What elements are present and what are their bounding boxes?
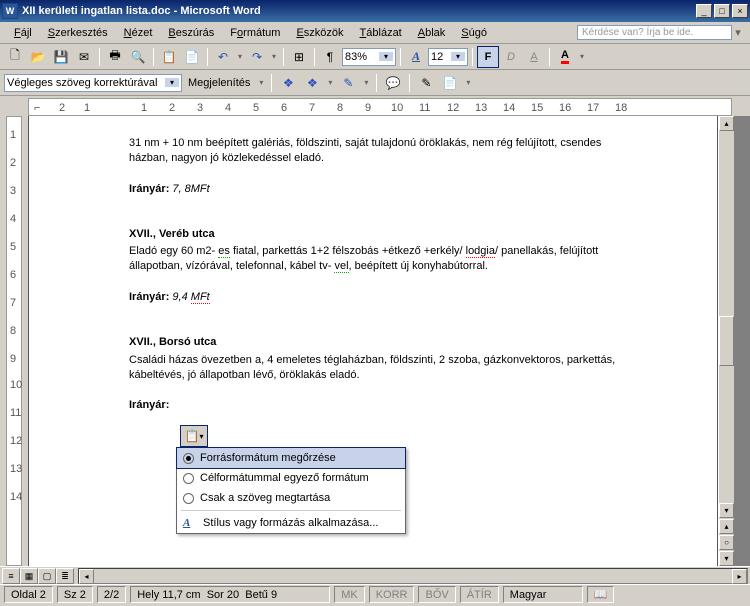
undo-button[interactable]: ↶ bbox=[212, 46, 234, 68]
status-bar: Oldal 2 Sz 2 2/2 Hely 11,7 cm Sor 20 Bet… bbox=[0, 584, 750, 604]
paste-apply-style[interactable]: AStílus vagy formázás alkalmazása... bbox=[177, 513, 405, 533]
close-button[interactable]: × bbox=[732, 4, 748, 18]
zoom-combo[interactable]: 83%▾ bbox=[342, 48, 396, 66]
font-color-button[interactable]: A bbox=[554, 46, 576, 68]
copy-button[interactable]: 📋 bbox=[158, 46, 180, 68]
next-change-button[interactable]: ❖ bbox=[301, 72, 323, 94]
heading-3[interactable]: XVII., Borsó utca bbox=[129, 335, 627, 350]
price-1[interactable]: 7, 8MFt bbox=[172, 183, 209, 195]
redo-dropdown[interactable]: ▾ bbox=[269, 52, 279, 61]
scroll-thumb[interactable] bbox=[719, 316, 734, 366]
undo-dropdown[interactable]: ▾ bbox=[235, 52, 245, 61]
view-buttons-bar: ≡ ▦ ▢ ≣ ◂ ▸ bbox=[0, 566, 750, 584]
save-button[interactable]: 💾 bbox=[50, 46, 72, 68]
underline-button[interactable]: A bbox=[523, 46, 545, 68]
scroll-down-button[interactable]: ▾ bbox=[719, 503, 734, 518]
status-position: Hely 11,7 cm Sor 20 Betű 9 bbox=[130, 586, 330, 603]
menu-format[interactable]: Formátum bbox=[222, 25, 288, 41]
browse-object-button[interactable]: ○ bbox=[719, 535, 734, 550]
show-marks-button[interactable]: ¶ bbox=[319, 46, 341, 68]
menu-help[interactable]: Súgó bbox=[453, 25, 495, 41]
maximize-button[interactable]: □ bbox=[714, 4, 730, 18]
horizontal-scrollbar[interactable]: ◂ ▸ bbox=[78, 568, 748, 584]
window-title: XII kerületi ingatlan lista.doc - Micros… bbox=[22, 5, 696, 17]
status-pages: 2/2 bbox=[97, 586, 126, 603]
help-search-box[interactable]: Kérdése van? Írja be ide. bbox=[577, 25, 732, 40]
price-label-2[interactable]: Irányár: bbox=[129, 291, 169, 303]
tables-button[interactable]: ⊞ bbox=[288, 46, 310, 68]
new-doc-button[interactable]: 🗋 bbox=[4, 46, 26, 68]
price-label-1[interactable]: Irányár: bbox=[129, 183, 169, 195]
status-atir[interactable]: ÁTÍR bbox=[460, 586, 499, 603]
para-2[interactable]: Eladó egy 60 m2- es fiatal, parkettás 1+… bbox=[129, 244, 627, 274]
paste-options-button[interactable]: 📋▾ bbox=[180, 425, 208, 447]
para-3[interactable]: Családi házas övezetben a, 4 emeletes té… bbox=[129, 353, 627, 383]
italic-button[interactable]: D bbox=[500, 46, 522, 68]
show-dropdown[interactable]: ▾ bbox=[256, 78, 266, 87]
status-section: Sz 2 bbox=[57, 586, 93, 603]
status-spellcheck-icon[interactable]: 📖 bbox=[587, 586, 615, 603]
reviewing-pane-button[interactable]: 📄 bbox=[439, 72, 461, 94]
status-bov[interactable]: BŐV bbox=[418, 586, 455, 603]
paste-match-dest[interactable]: Célformátummal egyező formátum bbox=[177, 468, 405, 488]
menu-view[interactable]: Nézet bbox=[116, 25, 161, 41]
menu-edit[interactable]: Szerkesztés bbox=[40, 25, 116, 41]
paste-keep-source[interactable]: Forrásformátum megőrzése bbox=[176, 447, 406, 469]
mail-button[interactable]: ✉ bbox=[73, 46, 95, 68]
status-page: Oldal 2 bbox=[4, 586, 53, 603]
scroll-up-button[interactable]: ▴ bbox=[719, 116, 734, 131]
status-mk[interactable]: MK bbox=[334, 586, 365, 603]
menu-insert[interactable]: Beszúrás bbox=[160, 25, 222, 41]
standard-toolbar: 🗋 📂 💾 ✉ 🖶 🔍 📋 📄 ↶ ▾ ↷ ▾ ⊞ ¶ 83%▾ A 12▾ F… bbox=[0, 44, 750, 70]
print-preview-button[interactable]: 🔍 bbox=[127, 46, 149, 68]
outline-view-button[interactable]: ≣ bbox=[56, 568, 74, 584]
menu-bar: Fájl Szerkesztés Nézet Beszúrás Formátum… bbox=[0, 22, 750, 44]
horizontal-ruler[interactable]: ⌐ 21 12 34 56 78 910 1112 1314 1516 1718 bbox=[28, 98, 732, 116]
help-search-dropdown[interactable]: ▾ bbox=[732, 26, 744, 39]
menu-file[interactable]: Fájl bbox=[6, 25, 40, 41]
display-review-combo[interactable]: Végleges szöveg korrektúrával▾ bbox=[4, 74, 182, 92]
status-korr[interactable]: KORR bbox=[369, 586, 415, 603]
paste-button[interactable]: 📄 bbox=[181, 46, 203, 68]
reviewing-toolbar: Végleges szöveg korrektúrával▾ Megjelení… bbox=[0, 70, 750, 96]
menu-tools[interactable]: Eszközök bbox=[288, 25, 351, 41]
scroll-right-button[interactable]: ▸ bbox=[732, 569, 747, 584]
minimize-button[interactable]: _ bbox=[696, 4, 712, 18]
redo-button[interactable]: ↷ bbox=[246, 46, 268, 68]
paste-options-menu: Forrásformátum megőrzése Célformátummal … bbox=[176, 447, 406, 534]
show-label[interactable]: Megjelenítés bbox=[184, 77, 254, 89]
track-changes-button[interactable]: ✎ bbox=[415, 72, 437, 94]
menu-table[interactable]: Táblázat bbox=[352, 25, 410, 41]
web-view-button[interactable]: ▦ bbox=[20, 568, 38, 584]
fontsize-combo[interactable]: 12▾ bbox=[428, 48, 468, 66]
font-color-dropdown[interactable]: ▾ bbox=[577, 52, 587, 61]
vertical-scrollbar[interactable]: ▴ ▾ ▴ ○ ▾ bbox=[718, 116, 734, 566]
next-page-button[interactable]: ▾ bbox=[719, 551, 734, 566]
word-app-icon: W bbox=[2, 3, 18, 19]
normal-view-button[interactable]: ≡ bbox=[2, 568, 20, 584]
menu-window[interactable]: Ablak bbox=[410, 25, 454, 41]
status-language[interactable]: Magyar bbox=[503, 586, 583, 603]
para-1[interactable]: 31 nm + 10 nm beépített galériás, földsz… bbox=[129, 136, 627, 166]
title-bar: W XII kerületi ingatlan lista.doc - Micr… bbox=[0, 0, 750, 22]
print-view-button[interactable]: ▢ bbox=[38, 568, 56, 584]
print-button[interactable]: 🖶 bbox=[104, 46, 126, 68]
scroll-left-button[interactable]: ◂ bbox=[79, 569, 94, 584]
bold-button[interactable]: F bbox=[477, 46, 499, 68]
accept-button[interactable]: ✎ bbox=[337, 72, 359, 94]
paste-text-only[interactable]: Csak a szöveg megtartása bbox=[177, 488, 405, 508]
prev-page-button[interactable]: ▴ bbox=[719, 519, 734, 534]
price-label-3[interactable]: Irányár: bbox=[129, 398, 627, 413]
prev-change-button[interactable]: ❖ bbox=[277, 72, 299, 94]
format-brush-button[interactable]: A bbox=[405, 46, 427, 68]
vertical-ruler[interactable]: 12 34 56 78 910 1112 1314 bbox=[0, 116, 28, 566]
comment-button[interactable]: 💬 bbox=[382, 72, 404, 94]
price-2[interactable]: 9,4 MFt bbox=[172, 291, 209, 304]
open-button[interactable]: 📂 bbox=[27, 46, 49, 68]
heading-2[interactable]: XVII., Veréb utca bbox=[129, 227, 627, 242]
